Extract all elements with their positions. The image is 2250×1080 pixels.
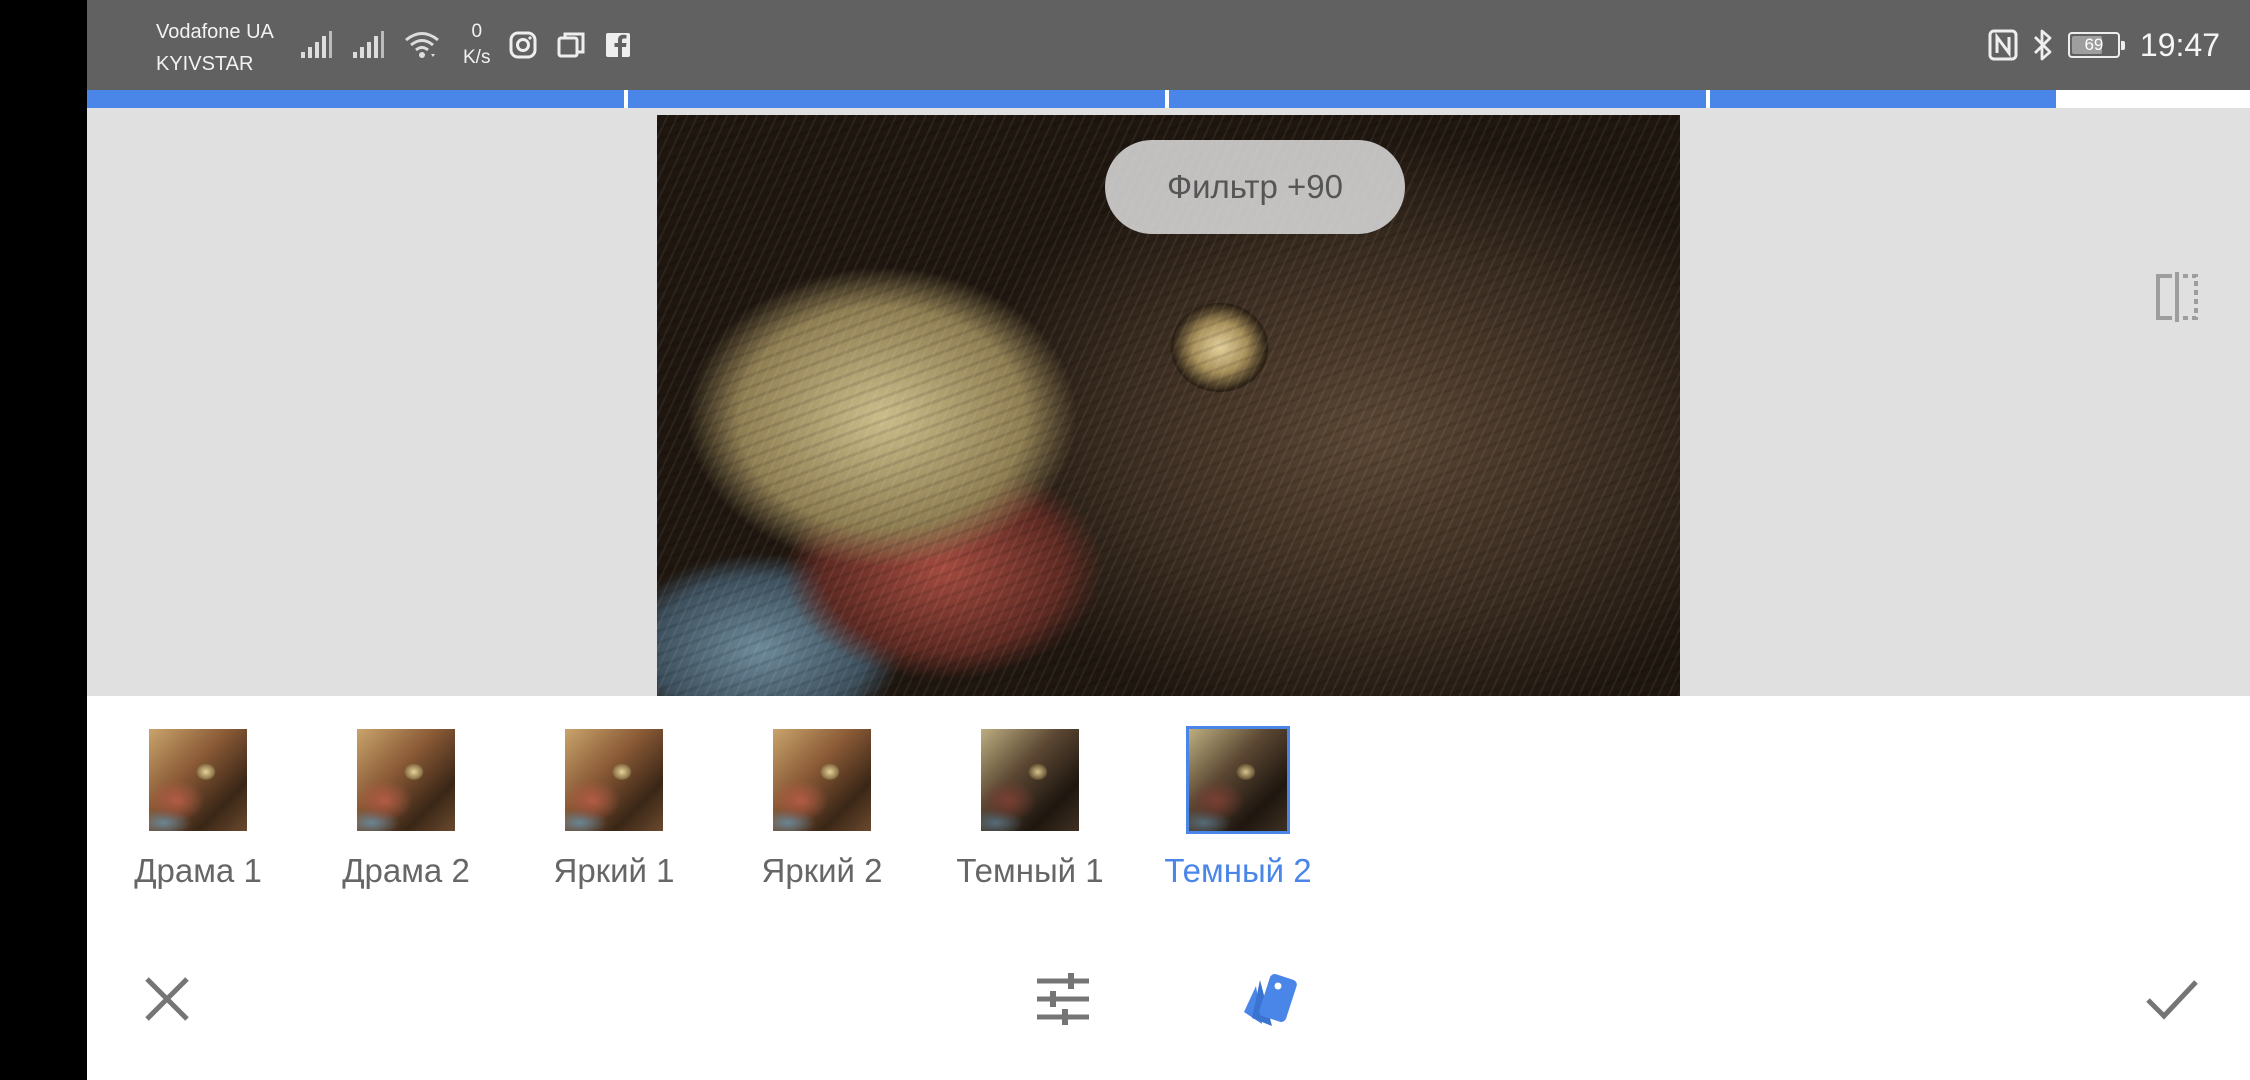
filter-thumbnail (1186, 726, 1290, 834)
instagram-icon (509, 31, 537, 59)
nfc-icon (1988, 29, 2018, 61)
filter-item-dark-1[interactable]: Темный 1 (940, 726, 1120, 890)
photo-editor-app: Vodafone UA KYIVSTAR 0 K/s 69 19:47 Филь… (87, 0, 2250, 1080)
filter-item-drama-2[interactable]: Драма 2 (316, 726, 496, 890)
cancel-button[interactable] (132, 964, 202, 1034)
carrier-2: KYIVSTAR (156, 53, 254, 75)
filter-thumbnail (354, 726, 458, 834)
style-cards-icon (1244, 974, 1297, 1026)
filter-label: Яркий 2 (761, 852, 883, 889)
facebook-icon (606, 33, 631, 57)
carrier-names: Vodafone UA KYIVSTAR (156, 16, 274, 80)
filter-label: Темный 1 (956, 852, 1104, 889)
filter-thumbnail (770, 726, 874, 834)
filter-item-bright-1[interactable]: Яркий 1 (524, 726, 704, 890)
wifi-icon (405, 32, 439, 58)
close-icon (145, 977, 189, 1021)
network-speed-unit: K/s (463, 47, 491, 68)
signal-icon (353, 31, 384, 58)
check-icon (2146, 980, 2198, 1020)
styles-button[interactable] (1236, 964, 1306, 1034)
status-icons-right: 69 19:47 (1988, 20, 2220, 70)
filter-label: Драма 2 (342, 852, 470, 889)
filter-thumbnail (146, 726, 250, 834)
bottom-toolbar (87, 916, 2250, 1080)
screen-edge-black-strip (0, 0, 87, 1080)
progress-segment (1710, 90, 2056, 108)
battery-icon: 69 (2067, 32, 2125, 58)
status-icons-left: 0 K/s (299, 19, 632, 71)
clock: 19:47 (2139, 26, 2220, 63)
progress-segment (628, 90, 1165, 108)
status-bar: Vodafone UA KYIVSTAR 0 K/s 69 19:47 (87, 0, 2250, 90)
progress-segment (87, 90, 624, 108)
filter-label: Яркий 1 (553, 852, 675, 889)
progress-segment (1169, 90, 1706, 108)
bluetooth-icon (2033, 29, 2052, 61)
filter-label: Темный 2 (1164, 852, 1312, 889)
signal-icon (301, 31, 332, 58)
filter-strength-indicator: Фильтр +90 (1105, 140, 1405, 234)
progress-bar (87, 90, 2250, 108)
compare-button[interactable] (2149, 269, 2205, 325)
network-speed-value: 0 (471, 21, 483, 42)
recent-apps-icon (557, 32, 585, 58)
filter-thumbnail (978, 726, 1082, 834)
carrier-1: Vodafone UA (156, 21, 274, 43)
filter-item-dark-2[interactable]: Темный 2 (1148, 726, 1328, 890)
apply-button[interactable] (2137, 964, 2207, 1034)
filter-item-drama-1[interactable]: Драма 1 (108, 726, 288, 890)
tune-button[interactable] (1028, 964, 1098, 1034)
filter-thumbnail (562, 726, 666, 834)
compare-icon (2156, 272, 2198, 322)
network-speed: 0 K/s (463, 19, 490, 71)
filter-strip: Драма 1 Драма 2 Яркий 1 Яркий 2 Темный 1… (87, 696, 2250, 916)
sliders-icon (1037, 973, 1089, 1025)
filter-item-bright-2[interactable]: Яркий 2 (732, 726, 912, 890)
filter-label: Драма 1 (134, 852, 262, 889)
battery-percent: 69 (2084, 35, 2104, 54)
